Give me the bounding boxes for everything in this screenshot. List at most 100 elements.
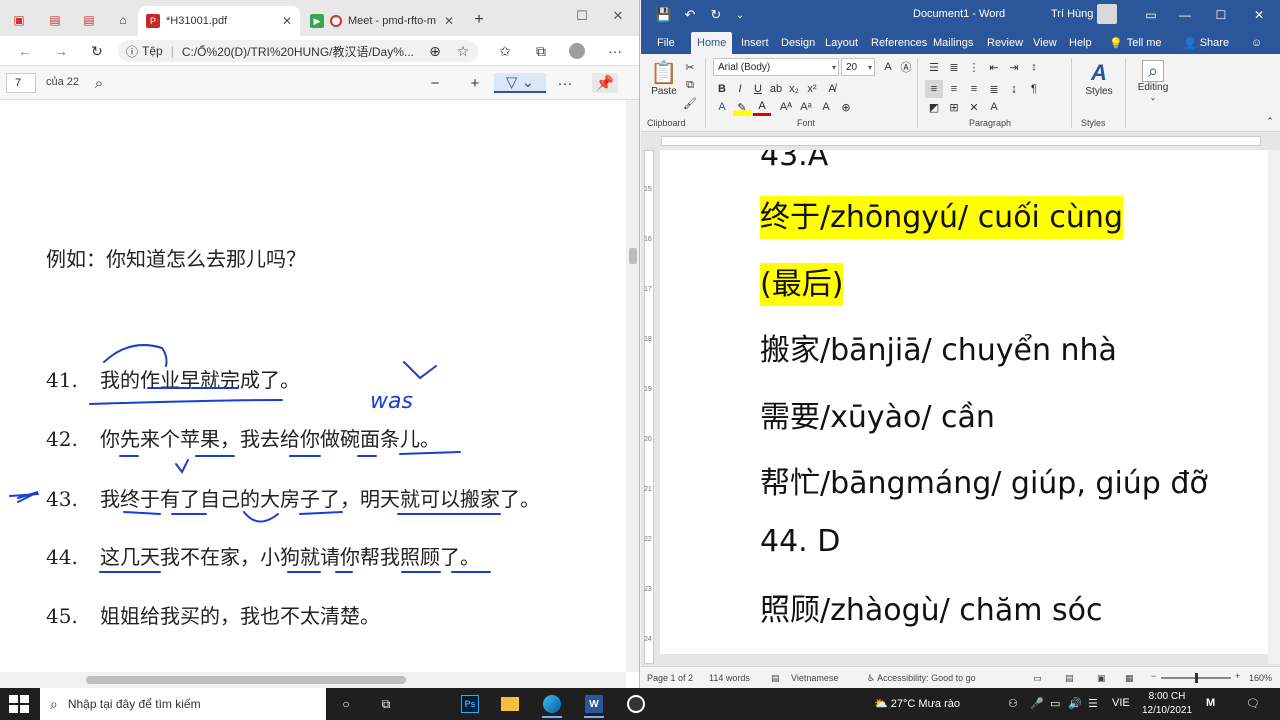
new-tab-button[interactable]: +	[468, 10, 490, 30]
task-view-icon[interactable]: ⧉	[372, 692, 400, 716]
line-spacing-icon[interactable]: ↨	[1005, 80, 1023, 98]
avatar[interactable]	[1097, 4, 1117, 24]
show-marks-icon[interactable]: ¶	[1025, 80, 1043, 98]
obs-icon[interactable]	[622, 692, 650, 716]
font-size-grow-icon[interactable]: Aᴬ	[777, 98, 795, 116]
favorites-list-icon[interactable]: ✩	[494, 41, 516, 61]
align-center-icon[interactable]: ≡	[945, 80, 963, 98]
clock[interactable]: 8:00 CH 12/10/2021	[1140, 690, 1194, 718]
people-icon[interactable]: ⚇	[1008, 697, 1018, 710]
zoom-slider[interactable]	[1161, 673, 1231, 683]
zoom-out-icon[interactable]: −	[422, 73, 448, 93]
home-icon[interactable]: ⌂	[112, 10, 134, 30]
page-number-input[interactable]: 7	[6, 73, 36, 93]
increase-indent-icon[interactable]: ⇥	[1005, 58, 1023, 76]
accessibility-status[interactable]: ♿ Accessibility: Good to go	[867, 673, 976, 684]
cortana-icon[interactable]: ○	[332, 692, 360, 716]
refresh-icon[interactable]: ↻	[86, 41, 108, 61]
input-method-icon[interactable]: M	[1206, 697, 1215, 709]
favorite-icon[interactable]: ☆	[452, 41, 474, 61]
tab-home[interactable]: Home	[691, 32, 733, 54]
smiley-icon[interactable]: ☺	[1245, 32, 1268, 54]
tab-view[interactable]: View	[1027, 32, 1063, 54]
strikethrough-icon[interactable]: ab	[767, 80, 785, 98]
page-count[interactable]: Page 1 of 2	[647, 673, 693, 683]
ribbon-display-icon[interactable]: ▭	[1137, 6, 1165, 24]
back-icon[interactable]: ←	[14, 41, 36, 61]
undo-icon[interactable]: ↶	[679, 6, 701, 24]
close-icon[interactable]: ✕	[436, 14, 454, 28]
superscript-icon[interactable]: x²	[803, 80, 821, 98]
read-mode-icon[interactable]: ▤	[1065, 673, 1074, 684]
notifications-icon[interactable]: 🗨	[1246, 697, 1260, 710]
bold-icon[interactable]: B	[713, 80, 731, 98]
document-page[interactable]: 43.A 终于/zhōngyú/ cuối cùng (最后) 搬家/bānji…	[660, 150, 1272, 654]
pdf-tab-icon-2[interactable]: ▤	[78, 10, 100, 30]
collapse-ribbon-icon[interactable]: ⌃	[1261, 112, 1279, 130]
zoom-in-icon[interactable]: +	[462, 73, 488, 93]
collections-icon[interactable]: ⧉	[530, 41, 552, 61]
zoom-out-icon[interactable]: −	[1151, 671, 1156, 681]
tab-help[interactable]: Help	[1063, 32, 1098, 54]
more-tools-icon[interactable]: ···	[552, 73, 578, 93]
font-name-select[interactable]: Arial (Body) ▾	[713, 58, 839, 76]
maximize-icon[interactable]: ☐	[568, 6, 596, 26]
cut-icon[interactable]: ✂	[681, 58, 699, 76]
decrease-indent-icon[interactable]: ⇤	[985, 58, 1003, 76]
print-layout-icon[interactable]: ▣	[1097, 673, 1106, 684]
tab-layout[interactable]: Layout	[819, 32, 864, 54]
web-layout-icon[interactable]: ▦	[1125, 673, 1134, 684]
sort-icon[interactable]: ↕	[1025, 58, 1043, 76]
close-window-icon[interactable]: ✕	[1245, 6, 1273, 24]
editing-button[interactable]: ⌕ Editing ⌄	[1133, 60, 1173, 102]
weather-widget[interactable]: ⛅ 27°C Mưa rào	[874, 697, 960, 710]
tab-pdf[interactable]: P *H31001.pdf ✕	[138, 6, 300, 36]
search-icon[interactable]: ⌕	[86, 73, 112, 93]
volume-icon[interactable]: 🔊	[1068, 697, 1082, 710]
document-vertical-scrollbar[interactable]	[1268, 150, 1280, 664]
photoshop-icon[interactable]: Ps	[456, 692, 484, 716]
text-effects-icon[interactable]: A	[713, 98, 731, 116]
close-window-icon[interactable]: ✕	[604, 6, 632, 26]
microphone-icon[interactable]: 🎤	[1030, 697, 1044, 710]
tab-design[interactable]: Design	[775, 32, 821, 54]
profile-avatar[interactable]	[566, 41, 588, 61]
redo-icon[interactable]: ↻	[705, 6, 727, 24]
wifi-icon[interactable]: ☰	[1088, 697, 1098, 710]
language-indicator[interactable]: VIE	[1112, 697, 1130, 709]
zoom-in-icon[interactable]: +	[1235, 671, 1240, 681]
text-highlight-icon[interactable]: A	[817, 98, 835, 116]
taskbar-search[interactable]: ⌕ Nhập tại đây để tìm kiếm	[40, 688, 326, 720]
focus-icon[interactable]: ▭	[1033, 673, 1042, 684]
align-left-icon[interactable]: ≡	[925, 80, 943, 98]
numbering-icon[interactable]: ≣	[945, 58, 963, 76]
horizontal-ruler[interactable]	[641, 132, 1280, 150]
word-count[interactable]: 114 words	[709, 673, 750, 683]
minimize-icon[interactable]: —	[1171, 6, 1199, 24]
highlight-icon[interactable]: ✎	[733, 98, 751, 116]
bullets-icon[interactable]: ☰	[925, 58, 943, 76]
multilevel-icon[interactable]: ⋮	[965, 58, 983, 76]
chinese-layout-icon[interactable]: ✕	[965, 98, 983, 116]
font-color-icon[interactable]: A	[753, 98, 771, 116]
copy-icon[interactable]: ⧉	[681, 76, 699, 94]
justify-icon[interactable]: ≣	[985, 80, 1003, 98]
close-icon[interactable]: ✕	[274, 14, 292, 28]
italic-icon[interactable]: I	[731, 80, 749, 98]
tab-meet[interactable]: ▶ Meet - pmd-rfto-m ✕	[302, 6, 462, 36]
pdf-vertical-scrollbar[interactable]	[626, 100, 639, 672]
zoom-level[interactable]: 160%	[1249, 673, 1272, 683]
word-icon[interactable]: W	[580, 692, 608, 718]
tab-actions-icon[interactable]: ▣	[8, 10, 30, 30]
save-icon[interactable]: 💾	[653, 6, 675, 24]
subscript-icon[interactable]: x₂	[785, 80, 803, 98]
tab-insert[interactable]: Insert	[735, 32, 775, 54]
clear-format-icon[interactable]: A̸	[823, 80, 841, 98]
tab-file[interactable]: File	[651, 32, 681, 54]
align-right-icon[interactable]: ≡	[965, 80, 983, 98]
language-label[interactable]: Vietnamese	[791, 673, 838, 683]
tab-references[interactable]: References	[865, 32, 933, 54]
draw-icon[interactable]: ▽ ⌄	[494, 73, 546, 93]
share-button[interactable]: 👤 Share	[1177, 32, 1235, 54]
asian-layout-icon[interactable]: A	[985, 98, 1003, 116]
